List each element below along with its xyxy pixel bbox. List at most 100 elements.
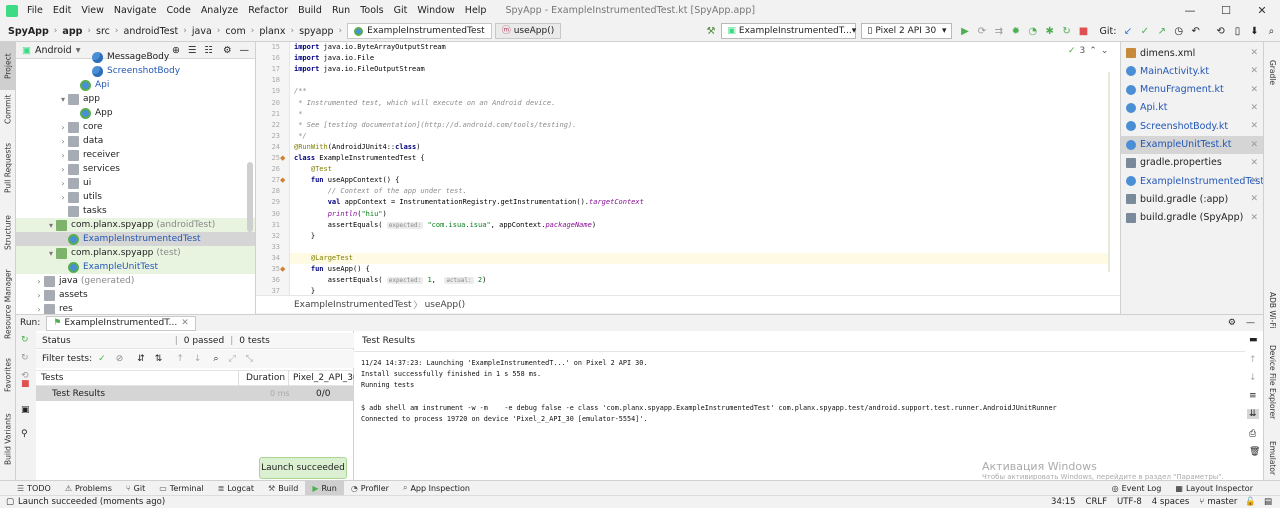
tree-item[interactable]: ExampleUnitTest bbox=[16, 260, 255, 274]
footer-class[interactable]: ExampleInstrumentedTest bbox=[294, 300, 412, 310]
menu-item-file[interactable]: File bbox=[22, 5, 48, 16]
show-passed-icon[interactable]: ✓ bbox=[98, 354, 106, 364]
tab-app-inspection[interactable]: ⌕ App Inspection bbox=[396, 481, 477, 496]
breadcrumb-item[interactable]: androidTest bbox=[121, 26, 182, 37]
tree-item[interactable]: › data bbox=[16, 134, 255, 148]
layout-inspector-tab[interactable]: ▦ Layout Inspector bbox=[1168, 481, 1260, 496]
code-editor[interactable]: 15 16 17 18 19 20 21 22 23 24 25 ◆ 26 27 ◆ 28 29 30 31 32 33… bbox=[256, 42, 1120, 295]
menu-item-refactor[interactable]: Refactor bbox=[243, 5, 293, 16]
editor-scrollbar[interactable] bbox=[1108, 72, 1114, 272]
inspection-widget[interactable]: ✓ 3 ⌃ ⌄ bbox=[1068, 46, 1108, 56]
run-gutter-icon[interactable]: ◆ bbox=[280, 264, 285, 275]
recent-file-item[interactable]: gradle.properties ✕ bbox=[1121, 154, 1264, 172]
sort-alpha-icon[interactable]: ⇵ bbox=[137, 354, 145, 364]
chevron-icon[interactable]: › bbox=[58, 179, 68, 188]
arrow-up-icon[interactable]: ↑ bbox=[176, 354, 184, 364]
tab-terminal[interactable]: ▭ Terminal bbox=[152, 481, 210, 496]
recent-file-item[interactable]: build.gradle (SpyApp) ✕ bbox=[1121, 209, 1264, 227]
tree-item[interactable]: ▾ app bbox=[16, 92, 255, 106]
tree-item[interactable]: ▾ com.planx.spyapp (test) bbox=[16, 246, 255, 260]
git-branch[interactable]: master bbox=[1207, 497, 1237, 507]
console-output[interactable]: Test Results 11/24 14:37:23: Launching '… bbox=[354, 331, 1263, 480]
breadcrumb-item[interactable]: java bbox=[189, 26, 215, 37]
close-icon[interactable]: ✕ bbox=[1250, 85, 1258, 95]
breadcrumb-item[interactable]: planx bbox=[256, 26, 288, 37]
tree-item[interactable]: MessageBody bbox=[16, 50, 255, 64]
tab-logcat[interactable]: ≣ Logcat bbox=[211, 481, 261, 496]
col-duration[interactable]: Duration bbox=[238, 370, 285, 386]
close-icon[interactable]: ✕ bbox=[1250, 140, 1258, 150]
line-separator[interactable]: CRLF bbox=[1086, 497, 1107, 507]
cursor-position[interactable]: 34:15 bbox=[1051, 497, 1076, 507]
tree-item[interactable]: › res bbox=[16, 302, 255, 314]
tab-todo[interactable]: ☰ TODO bbox=[10, 481, 58, 496]
tree-item[interactable]: ▾ com.planx.spyapp (androidTest) bbox=[16, 218, 255, 232]
recent-file-item[interactable]: ExampleUnitTest.kt ✕ bbox=[1121, 135, 1264, 154]
apply-code-changes-icon[interactable]: ⇉ bbox=[990, 22, 1007, 40]
tab-commit[interactable]: Commit bbox=[0, 94, 16, 124]
tree-item[interactable]: App bbox=[16, 106, 255, 120]
table-row[interactable]: Test Results 0 ms 0/0 bbox=[36, 386, 354, 401]
attach-debugger-icon[interactable]: ✱ bbox=[1041, 22, 1058, 40]
tree-item[interactable]: ExampleInstrumentedTest bbox=[16, 232, 255, 246]
status-message[interactable]: Launch succeeded (moments ago) bbox=[18, 497, 165, 507]
minimize-button[interactable]: — bbox=[1172, 0, 1208, 21]
menu-item-build[interactable]: Build bbox=[293, 5, 327, 16]
search-icon[interactable]: ⌕ bbox=[1263, 22, 1280, 40]
breadcrumb-item[interactable]: app bbox=[59, 26, 85, 37]
stop-icon[interactable]: ■ bbox=[21, 379, 30, 389]
close-icon[interactable]: ✕ bbox=[181, 316, 189, 330]
profile-icon[interactable]: ◔ bbox=[1024, 22, 1041, 40]
tree-item[interactable]: tasks bbox=[16, 204, 255, 218]
gear-icon[interactable]: ⚙ bbox=[1228, 318, 1236, 328]
device-select[interactable]: ▯ Pixel 2 API 30 ▾ bbox=[861, 23, 953, 39]
git-update-icon[interactable]: ↙ bbox=[1119, 22, 1136, 40]
tree-item[interactable]: ScreenshotBody bbox=[16, 64, 255, 78]
chevron-icon[interactable]: › bbox=[34, 291, 44, 300]
scroll-to-end-icon[interactable]: ⇊ bbox=[1247, 409, 1259, 419]
tree-item[interactable]: › core bbox=[16, 120, 255, 134]
git-commit-icon[interactable]: ✓ bbox=[1136, 22, 1153, 40]
chevron-icon[interactable]: ▾ bbox=[46, 221, 56, 230]
close-icon[interactable]: ✕ bbox=[1250, 194, 1258, 204]
breadcrumb-item[interactable]: com bbox=[222, 26, 248, 37]
event-log-tab[interactable]: ◎ Event Log bbox=[1105, 481, 1169, 496]
menu-item-git[interactable]: Git bbox=[389, 5, 413, 16]
tree-item[interactable]: › services bbox=[16, 162, 255, 176]
menu-item-code[interactable]: Code bbox=[161, 5, 195, 16]
close-icon[interactable]: ✕ bbox=[1250, 121, 1258, 131]
tab-emulator[interactable]: Emulator bbox=[1264, 438, 1280, 478]
tab-problems[interactable]: ⚠ Problems bbox=[58, 481, 119, 496]
trash-icon[interactable]: 🗑 bbox=[1249, 447, 1260, 457]
tree-item[interactable]: › receiver bbox=[16, 148, 255, 162]
memory-icon[interactable]: ▤ bbox=[1264, 497, 1272, 507]
tab-run[interactable]: ▶ Run bbox=[305, 480, 344, 496]
chevron-icon[interactable]: › bbox=[58, 137, 68, 146]
run-icon[interactable]: ▶ bbox=[956, 22, 973, 40]
recent-file-item[interactable]: dimens.xml ✕ bbox=[1121, 44, 1264, 62]
run-gutter-icon[interactable]: ◆ bbox=[280, 153, 285, 164]
chevron-icon[interactable]: › bbox=[34, 277, 44, 286]
chevron-icon[interactable]: ▾ bbox=[58, 95, 68, 104]
history-icon[interactable]: ◷ bbox=[1170, 22, 1187, 40]
run-config-select[interactable]: ▣ ExampleInstrumentedT... ▾ bbox=[721, 23, 857, 39]
close-icon[interactable]: ✕ bbox=[1250, 66, 1258, 76]
menu-item-navigate[interactable]: Navigate bbox=[109, 5, 162, 16]
tab-gradle[interactable]: Gradle bbox=[1264, 52, 1280, 92]
chevron-icon[interactable]: › bbox=[58, 151, 68, 160]
menu-item-window[interactable]: Window bbox=[412, 5, 459, 16]
tree-item[interactable]: › utils bbox=[16, 190, 255, 204]
arrow-up-icon[interactable]: ↑ bbox=[1249, 355, 1257, 365]
recent-file-item[interactable]: build.gradle (:app) ✕ bbox=[1121, 190, 1264, 208]
menu-item-help[interactable]: Help bbox=[460, 5, 492, 16]
tree-item[interactable]: › java (generated) bbox=[16, 274, 255, 288]
chevron-icon[interactable]: › bbox=[58, 193, 68, 202]
chevron-icon[interactable]: › bbox=[58, 123, 68, 132]
export-icon[interactable]: ⤢ bbox=[228, 354, 235, 364]
git-push-icon[interactable]: ↗ bbox=[1153, 22, 1170, 40]
breadcrumb-item[interactable]: SpyApp bbox=[5, 26, 52, 37]
close-icon[interactable]: ✕ bbox=[1250, 103, 1258, 113]
tab-build-variants[interactable]: Build Variants bbox=[0, 413, 16, 465]
tab-device-file-explorer[interactable]: Device File Explorer bbox=[1264, 338, 1280, 426]
recent-file-item[interactable]: Api.kt ✕ bbox=[1121, 99, 1264, 117]
